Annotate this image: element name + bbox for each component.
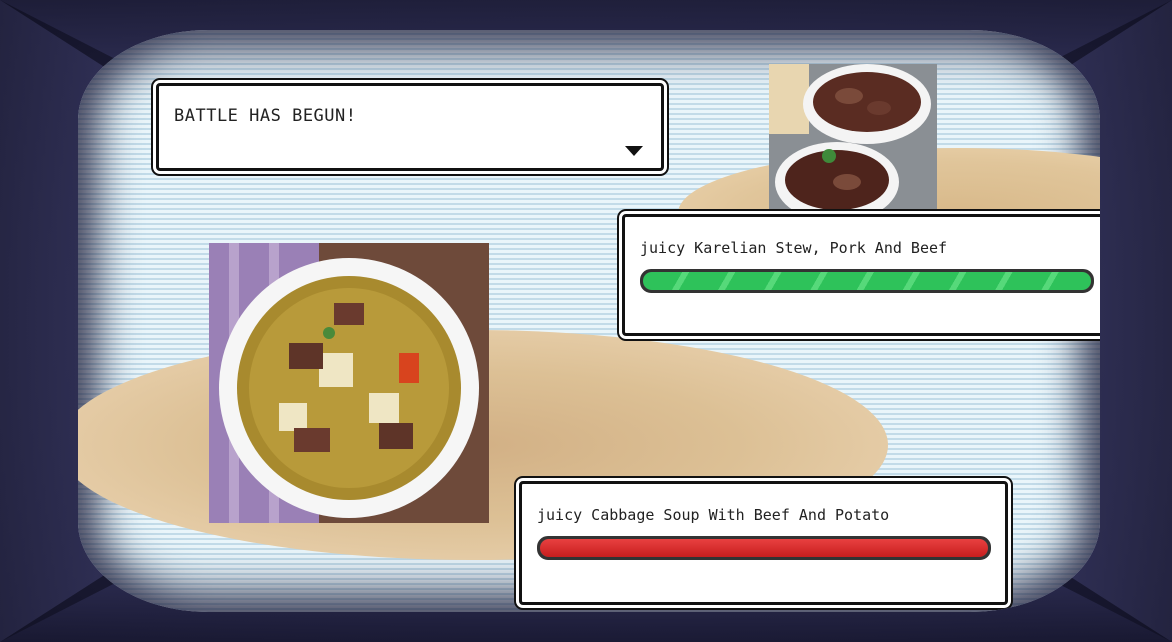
enemy-name: juicy Karelian Stew, Pork And Beef [640,239,948,257]
battle-message-box[interactable]: BATTLE HAS BEGUN! [156,83,664,171]
triangle-down-icon[interactable] [625,146,643,156]
player-status-box: juicy Cabbage Soup With Beef And Potato [519,481,1008,605]
player-food-image [209,243,489,523]
enemy-hp-fill [643,272,1091,290]
player-hp-bar [537,536,991,560]
battle-screen: BATTLE HAS BEGUN! juicy Karelian Stew, P… [78,30,1100,612]
player-name: juicy Cabbage Soup With Beef And Potato [537,506,890,524]
player-hp-fill [540,539,988,557]
enemy-status-box: juicy Karelian Stew, Pork And Beef [622,214,1100,336]
enemy-hp-bar [640,269,1094,293]
enemy-food-image [769,64,937,212]
battle-message-text: BATTLE HAS BEGUN! [174,106,357,126]
